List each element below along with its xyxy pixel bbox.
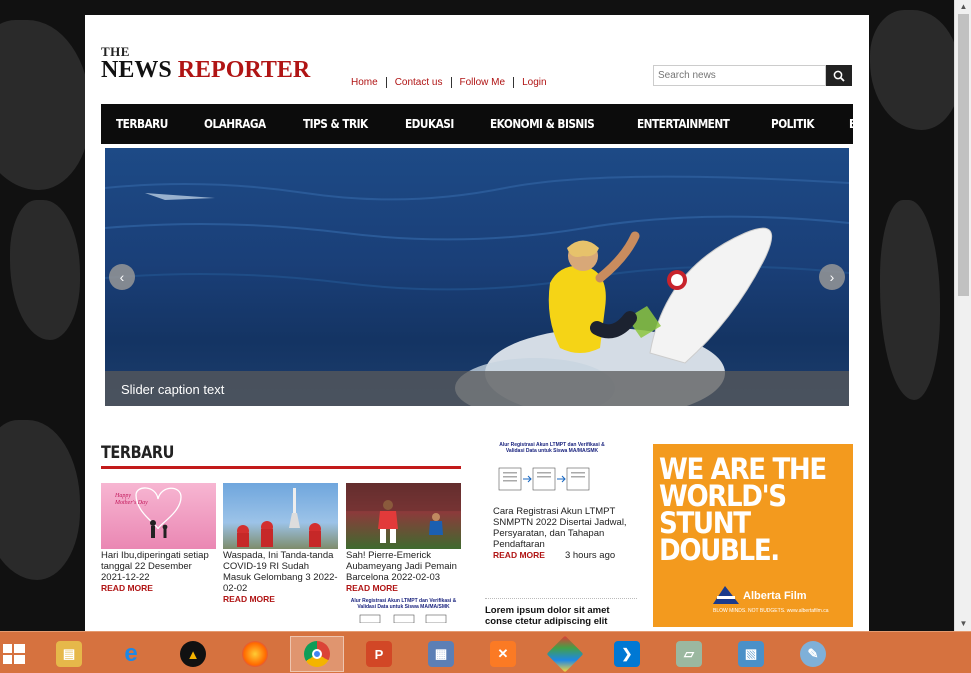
news-card-title[interactable]: Hari Ibu,diperingati setiap tanggal 22 D… (101, 550, 216, 583)
news-card[interactable]: Sah! Pierre-Emerick Aubameyang Jadi Pema… (346, 483, 461, 626)
scroll-up-icon[interactable]: ▲ (955, 0, 971, 14)
taskbar-app-icon[interactable]: ▧ (724, 636, 778, 672)
top-link-contact[interactable]: Contact us (385, 77, 451, 88)
logo-word-reporter: REPORTER (177, 57, 311, 83)
slider-image-surfer (105, 175, 849, 406)
top-link-login[interactable]: Login (513, 77, 554, 88)
taskbar-network-icon[interactable]: ▦ (414, 636, 468, 672)
read-more-link[interactable]: READ MORE (223, 594, 338, 605)
news-thumbnail-football (346, 483, 461, 549)
svg-text:Happy: Happy (114, 493, 131, 499)
ad-brand-logo-icon (713, 586, 739, 604)
taskbar-firefox-icon[interactable] (228, 636, 282, 672)
top-link-follow[interactable]: Follow Me (450, 77, 514, 88)
logo-word-news: NEWS (101, 57, 172, 83)
read-more-link[interactable]: READ MORE (101, 583, 216, 594)
news-thumbnail-mothers-day: Happy Mother's Day (101, 483, 216, 549)
news-thumbnail-ltmpt-partial: Alur Registrasi Akun LTMPT dan Verifikas… (350, 598, 457, 610)
taskbar-vscode-icon[interactable]: ❯ (600, 636, 654, 672)
scroll-down-icon[interactable]: ▼ (955, 617, 971, 631)
windows-taskbar: ▤ e ▲ P ▦ ✕ ❯ ▱ ▧ ✎ (0, 631, 971, 673)
read-more-link[interactable]: READ MORE (346, 583, 461, 594)
search-bar (653, 65, 852, 86)
top-link-home[interactable]: Home (343, 77, 386, 88)
nav-item-politik[interactable]: POLITIK (771, 117, 815, 131)
slider-prev-icon[interactable]: ‹ (109, 264, 135, 290)
ad-brand: Alberta Film (743, 590, 807, 602)
svg-text:Mother's Day: Mother's Day (114, 500, 148, 506)
read-more-link[interactable]: READ MORE (493, 550, 545, 561)
page-scrollbar[interactable]: ▲ ▼ (954, 0, 971, 631)
nav-item-olahraga[interactable]: OLAHRAGA (204, 117, 266, 131)
slider-next-icon[interactable]: › (819, 264, 845, 290)
lorem-headline[interactable]: Lorem ipsum dolor sit amet conse ctetur … (485, 598, 637, 627)
news-thumbnail-ltmpt-diagram (359, 614, 447, 624)
search-icon (833, 70, 845, 82)
taskbar-internet-explorer-icon[interactable]: e (104, 636, 158, 672)
slider-caption: Slider caption text (105, 371, 849, 406)
news-card-title[interactable]: Waspada, Ini Tanda-tanda COVID-19 RI Sud… (223, 550, 338, 594)
nav-item-berita-dunia[interactable]: BERITA DUNIA (849, 117, 869, 131)
taskbar-chrome-icon[interactable] (290, 636, 344, 672)
taskbar-file-explorer-icon[interactable]: ▤ (42, 636, 96, 672)
news-thumbnail-ltmpt: Alur Registrasi Akun LTMPT dan Verifikas… (493, 442, 611, 504)
start-windows-icon[interactable] (0, 641, 30, 667)
ad-tagline: BLOW MINDS. NOT BUDGETS. www.albertafilm… (713, 608, 829, 614)
taskbar-powerpoint-icon[interactable]: P (352, 636, 406, 672)
ad-headline: WE ARE THE WORLD'S STUNT DOUBLE. (659, 452, 827, 567)
scroll-thumb[interactable] (958, 14, 969, 296)
search-input[interactable] (653, 65, 826, 86)
nav-item-terbaru[interactable]: TERBARU (116, 117, 168, 131)
taskbar-app-icon[interactable] (538, 635, 592, 673)
news-card[interactable]: Waspada, Ini Tanda-tanda COVID-19 RI Sud… (223, 483, 338, 605)
taskbar-app-icon[interactable]: ▲ (166, 636, 220, 672)
news-page: THE NEWS REPORTER Home Contact us Follow… (85, 15, 869, 631)
taskbar-paint-icon[interactable]: ✎ (786, 636, 840, 672)
taskbar-xampp-icon[interactable]: ✕ (476, 636, 530, 672)
ad-banner-alberta-film[interactable]: WE ARE THE WORLD'S STUNT DOUBLE. Alberta… (653, 444, 853, 627)
taskbar-app-icon[interactable]: ▱ (662, 636, 716, 672)
nav-item-ekonomi-bisnis[interactable]: EKONOMI & BISNIS (490, 117, 595, 131)
news-card-title[interactable]: Cara Registrasi Akun LTMPT SNMPTN 2022 D… (493, 506, 635, 550)
ltmpt-flow-diagram (498, 467, 590, 491)
nav-item-edukasi[interactable]: EDUKASI (405, 117, 454, 131)
news-card-title[interactable]: Sah! Pierre-Emerick Aubameyang Jadi Pema… (346, 550, 461, 583)
section-title-terbaru: TERBARU (101, 443, 461, 469)
nav-item-entertainment[interactable]: ENTERTAINMENT (637, 117, 730, 131)
top-links: Home Contact us Follow Me Login (343, 77, 555, 88)
news-thumbnail-covid (223, 483, 338, 549)
main-nav: TERBARU OLAHRAGA TIPS & TRIK EDUKASI EKO… (101, 104, 869, 144)
news-card[interactable]: Happy Mother's Day Hari Ibu,diperingati … (101, 483, 216, 594)
timestamp: 3 hours ago (564, 550, 616, 561)
hero-slider[interactable]: Slider caption text ‹ › (105, 148, 849, 406)
nav-item-tips-trik[interactable]: TIPS & TRIK (303, 117, 368, 131)
news-card-side[interactable]: Alur Registrasi Akun LTMPT dan Verifikas… (485, 442, 635, 561)
site-logo[interactable]: THE NEWS REPORTER (101, 45, 310, 82)
search-button[interactable] (826, 65, 852, 86)
